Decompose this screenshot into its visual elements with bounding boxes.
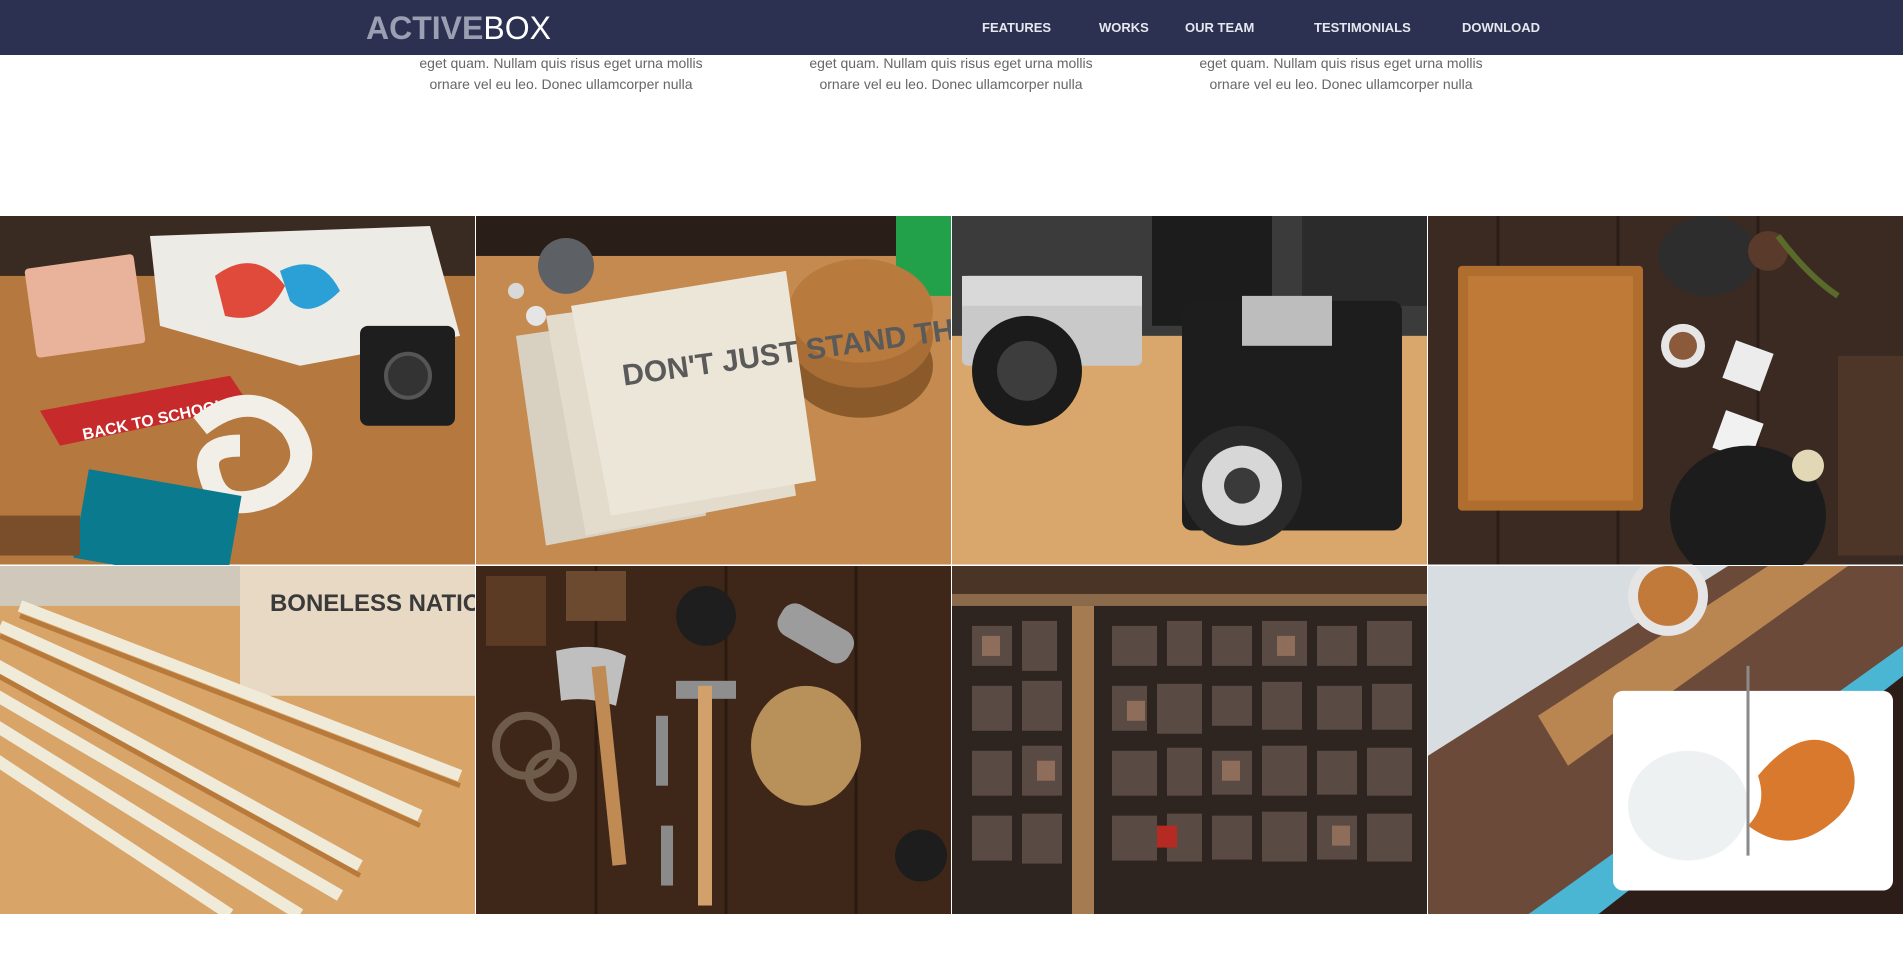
feature-text-1: eget quam. Nullam quis risus eget urna m… [401,53,721,95]
feature-text-line: ornare vel eu leo. Donec ullamcorper nul… [429,76,693,92]
gallery-item-tools[interactable] [476,565,951,914]
tools-photo-icon [476,565,951,914]
breakfast-photo-icon [1428,565,1903,914]
feature-text-line: eget quam. Nullam quis risus eget urna m… [1199,55,1483,71]
feature-text-line: ornare vel eu leo. Donec ullamcorper nul… [1209,76,1473,92]
letterpress-photo-icon [952,565,1427,914]
gallery-item-notebooks[interactable]: DON'T JUST STAND THERE [476,216,951,565]
flatlay-photo-icon: BACK TO SCHOOL [0,216,475,565]
notebook-photo-icon: DON'T JUST STAND THERE [476,216,951,565]
gallery-item-cameras[interactable] [952,216,1427,565]
nav-testimonials[interactable]: TESTIMONIALS [1314,20,1411,35]
gallery-item-rulers[interactable]: BONELESS NATIONAL STORES [0,565,475,914]
feature-text-2: eget quam. Nullam quis risus eget urna m… [791,53,1111,95]
camera-photo-icon [952,216,1427,565]
top-navbar: ACTIVEBOX FEATURES WORKS OUR TEAM TESTIM… [0,0,1903,55]
sign-text: BONELESS NATIONAL STORES [270,589,475,616]
feature-text-line: eget quam. Nullam quis risus eget urna m… [419,55,703,71]
nav-download[interactable]: DOWNLOAD [1462,20,1540,35]
kitchen-photo-icon [1428,216,1903,565]
logo-box: BOX [483,10,551,46]
gallery-item-flatlay[interactable]: BACK TO SCHOOL [0,216,475,565]
feature-text-line: eget quam. Nullam quis risus eget urna m… [809,55,1093,71]
gallery-item-letterpress[interactable] [952,565,1427,914]
nav-our-team[interactable]: OUR TEAM [1185,20,1254,35]
feature-text-3: eget quam. Nullam quis risus eget urna m… [1181,53,1501,95]
gallery-item-kitchen[interactable] [1428,216,1903,565]
logo-active: ACTIVE [366,10,484,46]
nav-works[interactable]: WORKS [1099,20,1149,35]
logo[interactable]: ACTIVEBOX [366,8,551,48]
nav-features[interactable]: FEATURES [982,20,1051,35]
gallery-item-breakfast[interactable] [1428,565,1903,914]
rulers-photo-icon: BONELESS NATIONAL STORES [0,565,475,914]
feature-text-line: ornare vel eu leo. Donec ullamcorper nul… [819,76,1083,92]
works-gallery: BACK TO SCHOOL DON'T JUST STAND THERE BO… [0,216,1903,914]
